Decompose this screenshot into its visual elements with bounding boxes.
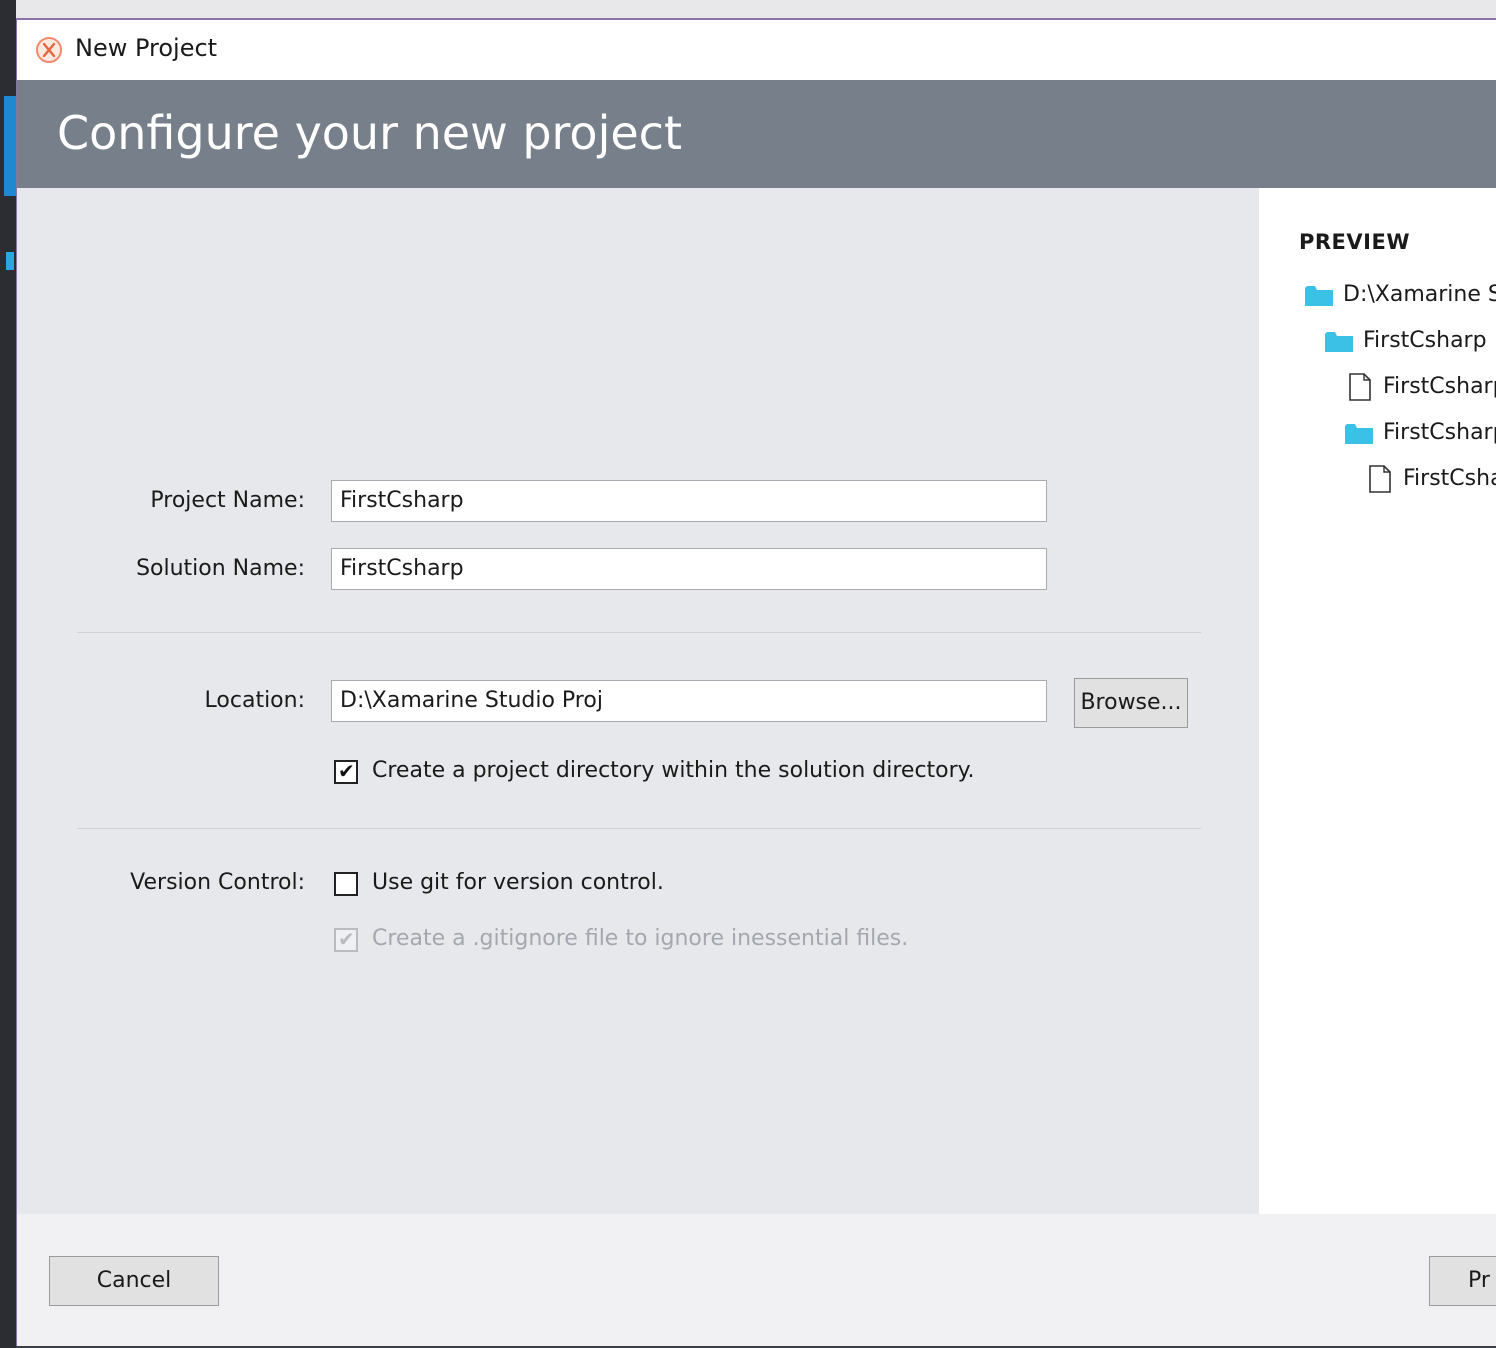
background-ide-topbar [0, 0, 1496, 18]
file-icon [1349, 373, 1371, 401]
ide-sidebar-marker [6, 252, 14, 270]
preview-tree-label: FirstCsha [1403, 466, 1496, 491]
preview-tree-file: FirstCsharp [1345, 372, 1496, 402]
ide-sidebar-highlight [4, 96, 16, 196]
use-git-checkbox[interactable] [334, 872, 358, 896]
preview-tree-label: FirstCsharp [1383, 374, 1496, 399]
solution-name-label: Solution Name: [136, 556, 305, 581]
gitignore-checkbox: ✔ [334, 927, 358, 952]
version-control-label: Version Control: [130, 870, 305, 895]
create-project-directory-checkbox[interactable]: ✔ [334, 759, 358, 784]
new-project-dialog: New Project Configure your new project P… [16, 18, 1496, 1346]
project-name-input[interactable]: FirstCsharp [331, 480, 1047, 522]
use-git-label[interactable]: Use git for version control. [372, 870, 664, 895]
configuration-form: Project Name: FirstCsharp Solution Name:… [17, 188, 1259, 1214]
folder-icon [1305, 286, 1333, 306]
solution-name-input[interactable]: FirstCsharp [331, 548, 1047, 590]
cancel-button[interactable]: Cancel [49, 1256, 219, 1306]
title-bar: New Project [17, 20, 1496, 80]
preview-tree-file: FirstCsha [1365, 464, 1496, 494]
preview-title: PREVIEW [1299, 230, 1410, 254]
background-ide-sidebar [0, 0, 16, 1348]
xamarin-logo-icon [36, 37, 62, 63]
window-title: New Project [75, 34, 218, 62]
location-label: Location: [204, 688, 305, 713]
page-title: Configure your new project [57, 106, 682, 160]
page-header: Configure your new project [17, 80, 1496, 188]
preview-panel: PREVIEW D:\Xamarine St FirstCsharp First… [1259, 188, 1496, 1214]
checkmark-icon: ✔ [338, 927, 355, 951]
location-input[interactable]: D:\Xamarine Studio Proj [331, 680, 1047, 722]
dialog-footer: Cancel Pr [17, 1214, 1496, 1346]
preview-tree-label: D:\Xamarine St [1343, 282, 1496, 307]
create-project-directory-label[interactable]: Create a project directory within the so… [372, 758, 975, 783]
gitignore-label: Create a .gitignore file to ignore iness… [372, 926, 909, 951]
preview-tree-label: FirstCsharp [1383, 420, 1496, 445]
folder-icon [1345, 424, 1373, 444]
preview-tree-folder: FirstCsharp [1345, 418, 1496, 448]
next-button[interactable]: Pr [1429, 1256, 1496, 1306]
preview-tree-label: FirstCsharp [1363, 328, 1487, 353]
preview-tree-folder: D:\Xamarine St [1305, 280, 1496, 310]
preview-tree-folder: FirstCsharp [1325, 326, 1496, 356]
project-name-label: Project Name: [150, 488, 305, 513]
separator [77, 632, 1201, 633]
browse-button[interactable]: Browse... [1074, 678, 1188, 728]
checkmark-icon: ✔ [338, 759, 355, 783]
separator [77, 828, 1201, 829]
file-icon [1369, 465, 1391, 493]
folder-icon [1325, 332, 1353, 352]
